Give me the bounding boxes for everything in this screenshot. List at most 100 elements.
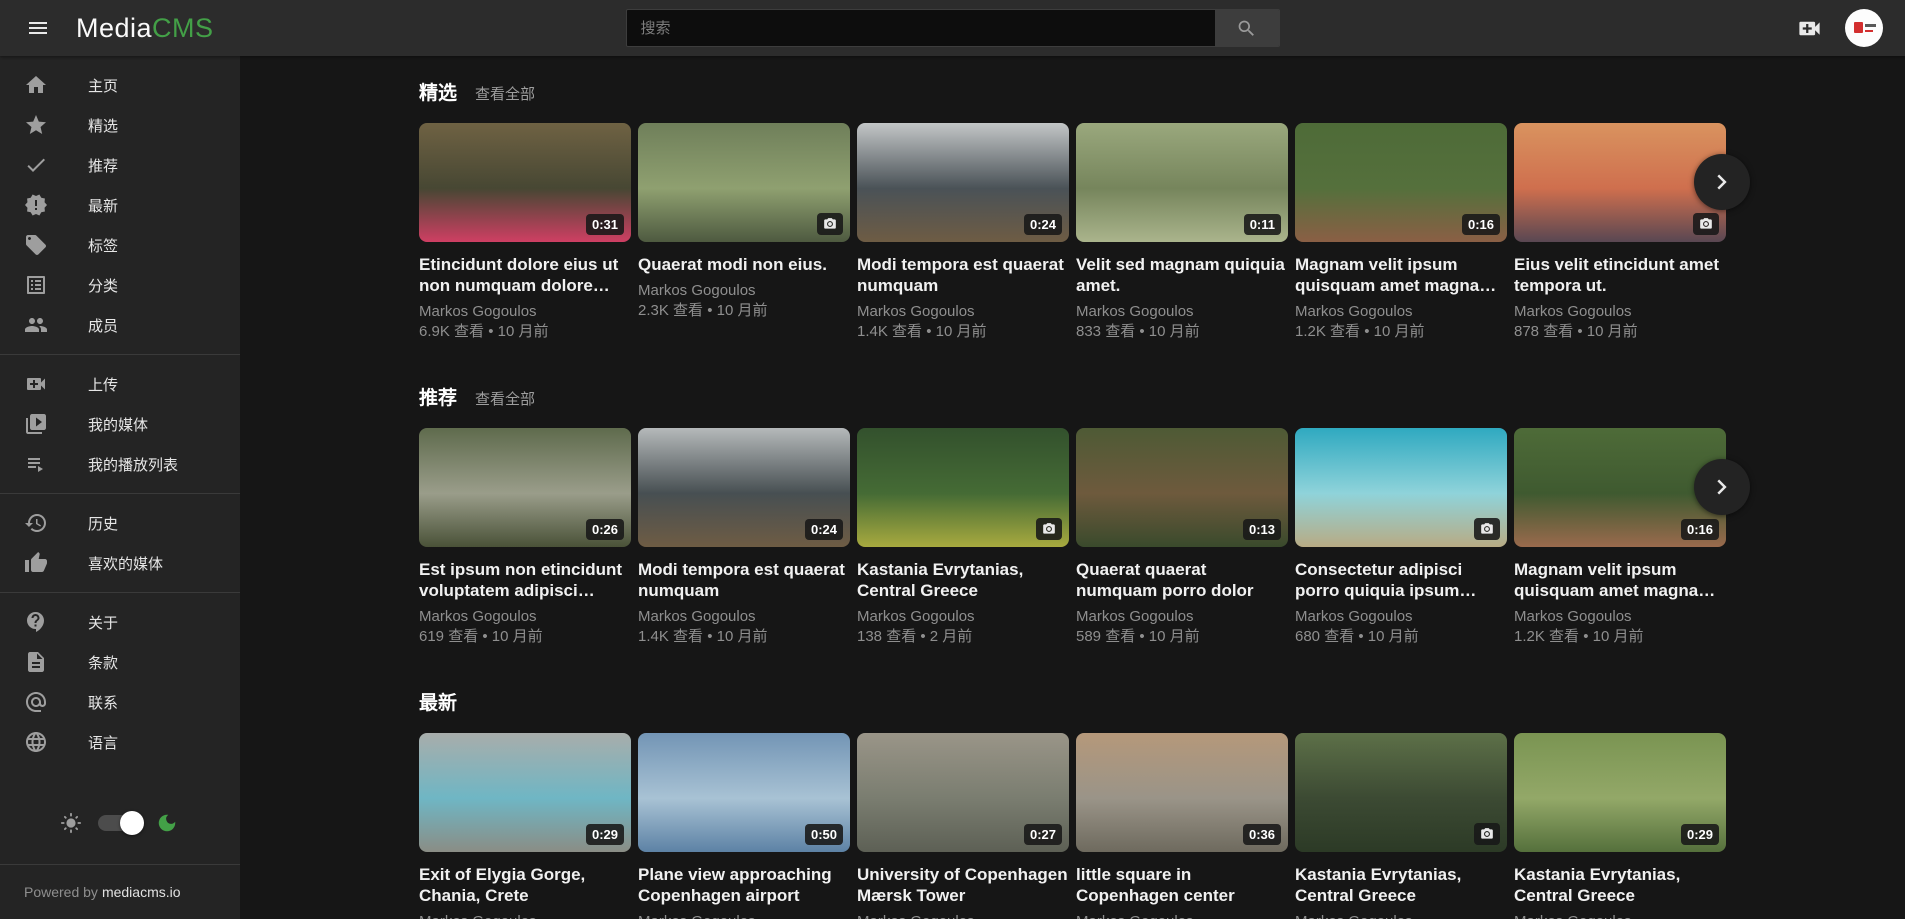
media-author[interactable]: Markos Gogoulos [638, 913, 850, 919]
media-thumbnail[interactable]: 0:50 [638, 733, 850, 852]
media-author[interactable]: Markos Gogoulos [1514, 303, 1726, 321]
media-thumbnail[interactable] [638, 123, 850, 242]
media-card[interactable]: 0:24 Modi tempora est quaerat numquam Mark… [857, 123, 1069, 341]
upload-media-button[interactable] [1792, 11, 1827, 46]
sidebar-item-home[interactable]: 主页 [0, 65, 240, 105]
view-all-link[interactable]: 查看全部 [475, 83, 535, 104]
media-thumbnail[interactable]: 0:16 [1295, 123, 1507, 242]
media-author[interactable]: Markos Gogoulos [857, 608, 1069, 626]
media-card[interactable]: 0:29 Kastania Evrytanias, Central Greece M… [1514, 733, 1726, 919]
media-author[interactable]: Markos Gogoulos [419, 608, 631, 626]
sidebar-item-members[interactable]: 成员 [0, 305, 240, 345]
media-author[interactable]: Markos Gogoulos [857, 913, 1069, 919]
media-thumbnail[interactable]: 0:29 [1514, 733, 1726, 852]
media-author[interactable]: Markos Gogoulos [638, 608, 850, 626]
media-author[interactable]: Markos Gogoulos [1295, 913, 1507, 919]
media-card[interactable]: 0:50 Plane view approaching Copenhagen ai… [638, 733, 850, 919]
media-thumbnail[interactable]: 0:31 [419, 123, 631, 242]
sidebar-item-terms[interactable]: 条款 [0, 642, 240, 682]
media-thumbnail[interactable]: 0:13 [1076, 428, 1288, 547]
media-thumbnail[interactable] [1295, 428, 1507, 547]
media-title[interactable]: Kastania Evrytanias, Central Greece [1295, 864, 1507, 906]
media-title[interactable]: Plane view approaching Copenhagen airpor… [638, 864, 850, 906]
sidebar-item-contact[interactable]: 联系 [0, 682, 240, 722]
media-title[interactable]: Etincidunt dolore eius ut non numquam do… [419, 254, 631, 296]
media-author[interactable]: Markos Gogoulos [1295, 303, 1507, 321]
media-thumbnail[interactable] [857, 428, 1069, 547]
user-avatar[interactable] [1845, 9, 1883, 47]
media-card[interactable]: 0:16Magnam velit ipsum quisquam amet mag… [1514, 428, 1726, 646]
media-thumbnail[interactable]: 0:11 [1076, 123, 1288, 242]
media-author[interactable]: Markos Gogoulos [1295, 608, 1507, 626]
media-title[interactable]: Est ipsum non etincidunt voluptatem adip… [419, 559, 631, 601]
media-title[interactable]: Consectetur adipisci porro quiquia ipsum… [1295, 559, 1507, 601]
menu-button[interactable] [22, 12, 54, 44]
media-author[interactable]: Markos Gogoulos [1076, 303, 1288, 321]
search-input[interactable] [627, 10, 1215, 46]
sidebar-item-latest[interactable]: 最新 [0, 185, 240, 225]
media-card[interactable]: Kastania Evrytanias, Central Greece Marko… [1295, 733, 1507, 919]
media-title[interactable]: Modi tempora est quaerat numquam [638, 559, 850, 601]
media-title[interactable]: Eius velit etincidunt amet tempora ut. [1514, 254, 1726, 296]
sidebar-item-history[interactable]: 历史 [0, 503, 240, 543]
media-author[interactable]: Markos Gogoulos [419, 913, 631, 919]
media-card[interactable]: 0:27 University of Copenhagen Mærsk Tower… [857, 733, 1069, 919]
media-title[interactable]: Quaerat modi non eius. [638, 254, 850, 275]
media-author[interactable]: Markos Gogoulos [1514, 608, 1726, 626]
media-section: 推荐查看全部0:26Est ipsum non etincidunt volup… [419, 383, 1726, 646]
app-logo[interactable]: MediaCMS [76, 13, 214, 44]
carousel-next-button[interactable] [1694, 459, 1750, 515]
media-card[interactable]: Eius velit etincidunt amet tempora ut. Ma… [1514, 123, 1726, 341]
media-title[interactable]: Kastania Evrytanias, Central Greece [1514, 864, 1726, 906]
search-button[interactable] [1215, 10, 1279, 46]
media-author[interactable]: Markos Gogoulos [1514, 913, 1726, 919]
theme-toggle-switch[interactable] [98, 815, 140, 831]
carousel-next-button[interactable] [1694, 154, 1750, 210]
media-card[interactable]: 0:36 little square in Copenhagen center Ma… [1076, 733, 1288, 919]
media-card[interactable]: Kastania Evrytanias, Central Greece Marko… [857, 428, 1069, 646]
sidebar-item-my-playlists[interactable]: 我的播放列表 [0, 444, 240, 484]
media-card[interactable]: 0:29 Exit of Elygia Gorge, Chania, Crete M… [419, 733, 631, 919]
media-thumbnail[interactable] [1295, 733, 1507, 852]
media-title[interactable]: little square in Copenhagen center [1076, 864, 1288, 906]
media-thumbnail[interactable]: 0:24 [638, 428, 850, 547]
sidebar-item-tags[interactable]: 标签 [0, 225, 240, 265]
media-title[interactable]: Quaerat quaerat numquam porro dolor [1076, 559, 1288, 601]
sidebar-item-recommended[interactable]: 推荐 [0, 145, 240, 185]
media-author[interactable]: Markos Gogoulos [419, 303, 631, 321]
media-card[interactable]: Consectetur adipisci porro quiquia ipsum… [1295, 428, 1507, 646]
media-author[interactable]: Markos Gogoulos [1076, 608, 1288, 626]
media-card[interactable]: 0:26 Est ipsum non etincidunt voluptatem … [419, 428, 631, 646]
media-thumbnail[interactable]: 0:27 [857, 733, 1069, 852]
theme-toggle-knob[interactable] [120, 811, 144, 835]
media-title[interactable]: Magnam velit ipsum quisquam amet magnam … [1295, 254, 1507, 296]
media-card[interactable]: Quaerat modi non eius.Markos Gogoulos2.3… [638, 123, 850, 341]
media-author[interactable]: Markos Gogoulos [638, 282, 850, 300]
media-thumbnail[interactable]: 0:24 [857, 123, 1069, 242]
media-title[interactable]: University of Copenhagen Mærsk Tower [857, 864, 1069, 906]
media-thumbnail[interactable]: 0:26 [419, 428, 631, 547]
media-title[interactable]: Modi tempora est quaerat numquam [857, 254, 1069, 296]
media-title[interactable]: Velit sed magnam quiquia amet. [1076, 254, 1288, 296]
media-author[interactable]: Markos Gogoulos [1076, 913, 1288, 919]
view-all-link[interactable]: 查看全部 [475, 388, 535, 409]
media-card[interactable]: 0:24 Modi tempora est quaerat numquam Mark… [638, 428, 850, 646]
media-title[interactable]: Kastania Evrytanias, Central Greece [857, 559, 1069, 601]
sidebar-item-language[interactable]: 语言 [0, 722, 240, 762]
media-title[interactable]: Exit of Elygia Gorge, Chania, Crete [419, 864, 631, 906]
sidebar-item-my-media[interactable]: 我的媒体 [0, 404, 240, 444]
sidebar-item-featured[interactable]: 精选 [0, 105, 240, 145]
media-card[interactable]: 0:13 Quaerat quaerat numquam porro dolor M… [1076, 428, 1288, 646]
sidebar-item-upload[interactable]: 上传 [0, 364, 240, 404]
sidebar-item-about[interactable]: 关于 [0, 602, 240, 642]
media-thumbnail[interactable]: 0:29 [419, 733, 631, 852]
media-author[interactable]: Markos Gogoulos [857, 303, 1069, 321]
mediacms-link[interactable]: mediacms.io [102, 884, 181, 900]
media-thumbnail[interactable]: 0:36 [1076, 733, 1288, 852]
sidebar-item-liked-media[interactable]: 喜欢的媒体 [0, 543, 240, 583]
media-title[interactable]: Magnam velit ipsum quisquam amet magnam … [1514, 559, 1726, 601]
sidebar-item-categories[interactable]: 分类 [0, 265, 240, 305]
media-card[interactable]: 0:16 Magnam velit ipsum quisquam amet mag… [1295, 123, 1507, 341]
media-card[interactable]: 0:31 Etincidunt dolore eius ut non numqua… [419, 123, 631, 341]
media-card[interactable]: 0:11 Velit sed magnam quiquia amet. Markos… [1076, 123, 1288, 341]
